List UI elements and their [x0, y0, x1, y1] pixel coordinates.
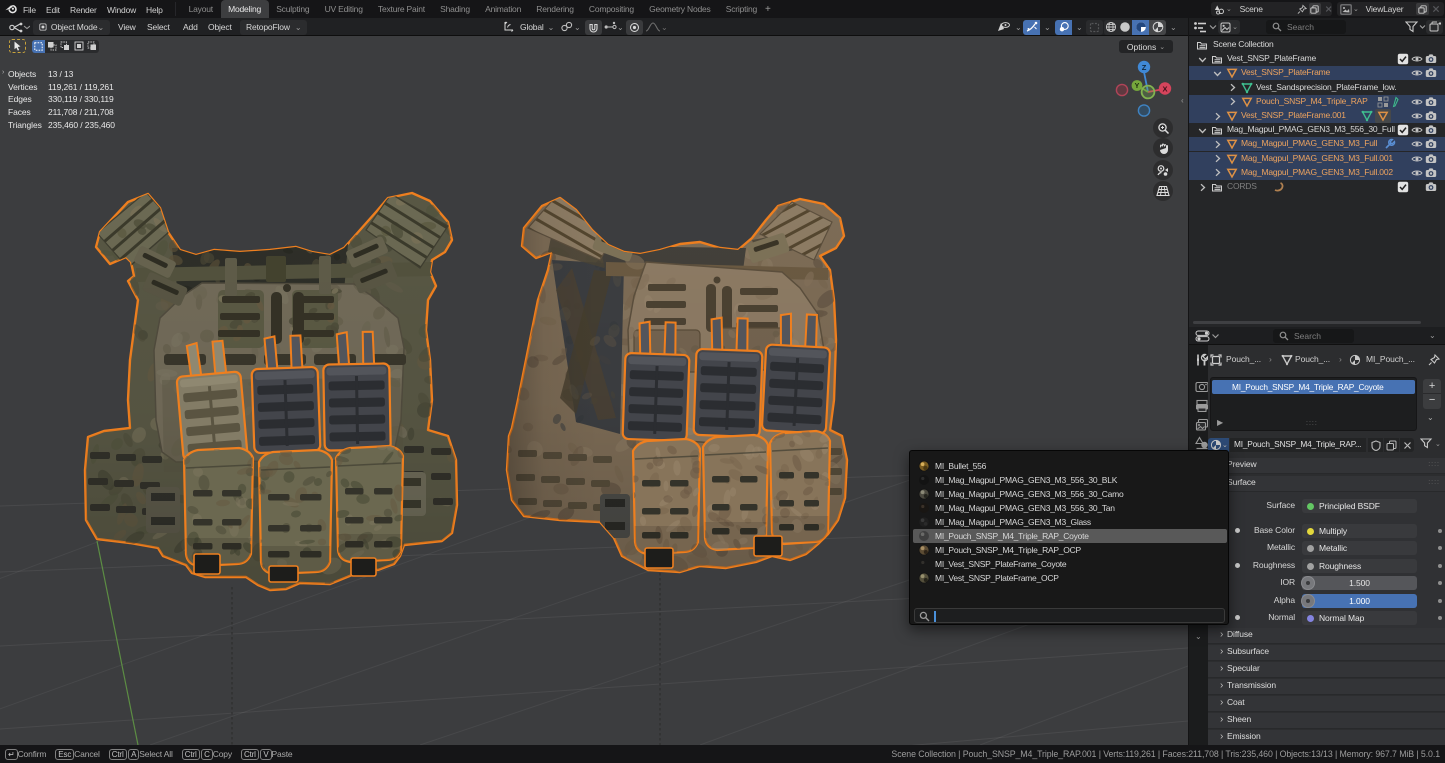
svg-text:X: X [1162, 84, 1167, 93]
svg-text:Z: Z [1142, 63, 1147, 72]
svg-text:Y: Y [1135, 83, 1140, 90]
